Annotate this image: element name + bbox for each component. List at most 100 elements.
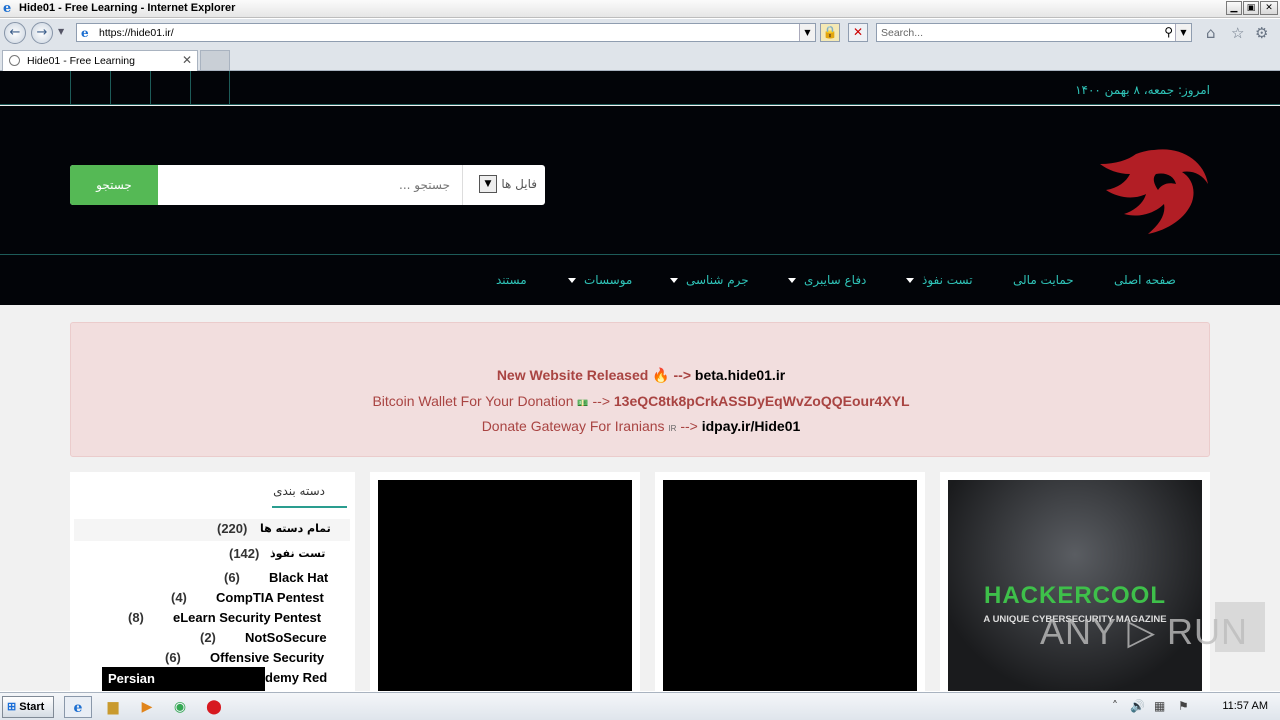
category-name[interactable]: تست نفوذ: [270, 547, 325, 560]
menu-cyber-defense[interactable]: دفاع سایبری: [788, 273, 866, 287]
post-card[interactable]: [655, 472, 925, 691]
category-name[interactable]: eLearn Security Pentest: [173, 610, 321, 625]
tab-bar: Hide01 - Free Learning ✕: [0, 47, 1280, 71]
menu-label: دفاع سایبری: [804, 273, 867, 287]
address-url[interactable]: https://hide01.ir/: [99, 27, 174, 39]
new-tab-button[interactable]: [200, 50, 230, 71]
category-item[interactable]: NotSoSecure (2): [74, 629, 350, 651]
category-item[interactable]: eLearn Security Pentest (8): [74, 609, 350, 631]
banner-text: Donate Gateway For Iranians: [481, 418, 665, 434]
start-button[interactable]: ⊞ Start: [2, 696, 54, 718]
webpage: امروز: جمعه، ۸ بهمن ۱۴۰۰ جستجو فایل ها ▼…: [0, 71, 1280, 691]
favorites-star-icon[interactable]: ☆: [1231, 24, 1244, 42]
post-card[interactable]: [370, 472, 640, 691]
menu-home[interactable]: صفحه اصلی: [1114, 273, 1176, 287]
tab-hide01[interactable]: Hide01 - Free Learning ✕: [2, 50, 198, 71]
money-icon: 💵: [577, 398, 589, 408]
category-name[interactable]: CompTIA Pentest: [216, 590, 324, 605]
tab-label[interactable]: Hide01 - Free Learning: [27, 55, 135, 67]
menu-label: صفحه اصلی: [1114, 273, 1176, 287]
search-input[interactable]: [158, 165, 462, 205]
bitcoin-wallet-address[interactable]: 13eQC8tk8pCrkASSDyEqWvZoQQEour4XYL: [614, 393, 910, 409]
volume-icon[interactable]: 🔊: [1130, 699, 1145, 713]
menu-forensics[interactable]: جرم شناسی: [670, 273, 749, 287]
social-slot[interactable]: [190, 71, 230, 105]
search-box[interactable]: Search... ⚲ ▼: [876, 23, 1192, 42]
menu-pentest[interactable]: تست نفوذ: [906, 273, 973, 287]
menu-institutes[interactable]: موسسات: [568, 273, 632, 287]
network-icon[interactable]: ▦: [1154, 699, 1165, 713]
category-name[interactable]: تمام دسته ها: [260, 522, 331, 535]
language-popup[interactable]: Persian: [102, 667, 265, 691]
minimize-button[interactable]: ▁: [1226, 1, 1242, 15]
category-item[interactable]: Black Hat (6): [74, 569, 350, 591]
gear-icon[interactable]: ⚙: [1255, 24, 1268, 42]
banner-line-bitcoin: Bitcoin Wallet For Your Donation 💵 --> 1…: [71, 393, 1211, 409]
address-dropdown-icon[interactable]: ▼: [799, 24, 815, 41]
window-title: Hide01 - Free Learning - Internet Explor…: [19, 2, 236, 14]
banner-text: Bitcoin Wallet For Your Donation: [372, 393, 574, 409]
top-strip: امروز: جمعه، ۸ بهمن ۱۴۰۰: [0, 71, 1280, 105]
arrow-text: -->: [592, 393, 611, 409]
banner-text: New Website Released: [496, 367, 649, 383]
category-count: (2): [200, 630, 216, 645]
category-name[interactable]: Black Hat: [269, 570, 328, 585]
post-card[interactable]: HACKERCOOL A UNIQUE CYBERSECURITY MAGAZI…: [940, 472, 1210, 691]
category-count: (6): [224, 570, 240, 585]
search-icon[interactable]: ⚲: [1164, 25, 1173, 39]
address-bar[interactable]: e https://hide01.ir/ ▼: [76, 23, 816, 42]
home-icon[interactable]: ⌂: [1206, 24, 1216, 42]
arrow-text: -->: [673, 367, 692, 383]
stop-icon[interactable]: ✕: [848, 23, 868, 42]
opera-taskbar-icon[interactable]: ⬤: [200, 696, 228, 718]
history-dropdown-icon[interactable]: ▼: [58, 27, 64, 36]
arrow-text: -->: [680, 418, 698, 434]
search-submit-button[interactable]: جستجو: [70, 165, 158, 205]
media-player-taskbar-icon[interactable]: ▶: [133, 696, 161, 718]
category-name[interactable]: NotSoSecure: [245, 630, 327, 645]
category-name[interactable]: Offensive Security: [210, 650, 324, 665]
menu-donate[interactable]: حمایت مالی: [1013, 273, 1074, 287]
forward-button[interactable]: →: [31, 22, 53, 44]
social-slot[interactable]: [70, 71, 110, 105]
post-thumbnail[interactable]: [378, 480, 632, 691]
menu-label: حمایت مالی: [1013, 273, 1074, 287]
search-placeholder[interactable]: Search...: [881, 27, 923, 39]
taskbar-clock[interactable]: 11:57 AM: [1222, 700, 1268, 712]
social-slot[interactable]: [150, 71, 190, 105]
thumb-title: HACKERCOOL: [984, 582, 1166, 609]
file-type-label[interactable]: فایل ها: [501, 177, 537, 191]
maximize-button[interactable]: ▣: [1243, 1, 1259, 15]
post-thumbnail[interactable]: [663, 480, 917, 691]
start-label: Start: [19, 701, 45, 713]
post-thumbnail[interactable]: HACKERCOOL A UNIQUE CYBERSECURITY MAGAZI…: [948, 480, 1202, 691]
idpay-link[interactable]: idpay.ir/Hide01: [702, 418, 801, 434]
back-button[interactable]: ←: [4, 22, 26, 44]
close-tab-icon[interactable]: ✕: [182, 53, 192, 67]
category-item[interactable]: تست نفوذ (142): [74, 544, 350, 566]
category-count: (142): [229, 546, 260, 561]
lock-icon[interactable]: 🔒: [820, 23, 840, 42]
chrome-taskbar-icon[interactable]: ◉: [166, 696, 194, 718]
close-window-button[interactable]: ✕: [1260, 1, 1278, 15]
ie-taskbar-icon[interactable]: e: [64, 696, 92, 718]
category-item[interactable]: تمام دسته ها (220): [74, 519, 350, 541]
navigation-bar: ← → ▼ e https://hide01.ir/ ▼ 🔒 ✕ Search.…: [0, 19, 1280, 47]
announcement-banner: New Website Released 🔥 --> beta.hide01.i…: [70, 322, 1210, 457]
category-name[interactable]: demy Red: [265, 670, 327, 685]
window-titlebar[interactable]: e Hide01 - Free Learning - Internet Expl…: [0, 0, 1280, 18]
category-item[interactable]: CompTIA Pentest (4): [74, 589, 350, 611]
menu-documentary[interactable]: مستند: [496, 273, 527, 287]
file-type-select[interactable]: فایل ها ▼: [462, 165, 545, 205]
action-center-flag-icon[interactable]: ⚑: [1178, 699, 1189, 713]
menu-label: تست نفوذ: [922, 273, 973, 287]
social-slot[interactable]: [110, 71, 150, 105]
folder-taskbar-icon[interactable]: ▆: [99, 696, 127, 718]
search-dropdown-icon[interactable]: ▼: [1175, 24, 1191, 41]
heading-underline: [272, 506, 347, 508]
ie-logo-icon: e: [3, 1, 12, 16]
tray-expand-icon[interactable]: ˄: [1112, 699, 1118, 713]
beta-link[interactable]: beta.hide01.ir: [695, 367, 785, 383]
dragon-logo-icon[interactable]: [1096, 144, 1212, 240]
chevron-down-icon[interactable]: ▼: [479, 175, 497, 193]
